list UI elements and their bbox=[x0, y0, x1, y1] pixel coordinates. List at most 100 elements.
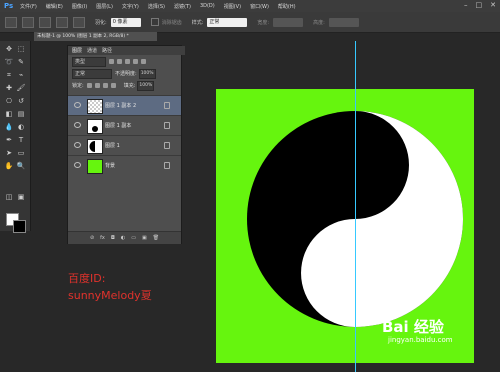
opacity-label: 不透明度: bbox=[115, 71, 137, 77]
width-label: 宽度: bbox=[257, 19, 270, 26]
lock-label: 锁定: bbox=[72, 83, 84, 89]
window-controls: – □ ✕ bbox=[464, 1, 496, 9]
filter-smart-icon[interactable] bbox=[141, 59, 146, 64]
marquee-tool-preset-button[interactable] bbox=[5, 16, 17, 28]
lock-pixels-icon[interactable] bbox=[86, 83, 92, 88]
lock-icon bbox=[164, 102, 170, 109]
eyedropper-tool-icon[interactable]: ⌁ bbox=[16, 71, 26, 80]
intersect-selection-button[interactable] bbox=[73, 16, 85, 28]
layer-row-copy-1[interactable]: 图层 1 副本 bbox=[68, 115, 181, 135]
menu-view[interactable]: 视图(V) bbox=[224, 3, 241, 10]
menu-layer[interactable]: 图层(L) bbox=[96, 3, 113, 10]
visibility-eye-icon[interactable] bbox=[74, 142, 81, 148]
new-layer-icon[interactable]: ▣ bbox=[142, 235, 147, 241]
style-select[interactable]: 正常 bbox=[207, 17, 248, 27]
menu-image[interactable]: 图像(I) bbox=[72, 3, 87, 10]
pen-tool-icon[interactable]: ✒ bbox=[4, 136, 14, 145]
path-select-tool-icon[interactable]: ➤ bbox=[4, 149, 14, 158]
visibility-eye-icon[interactable] bbox=[74, 102, 81, 108]
baidu-jingyan-logo: Bai 经验 bbox=[382, 318, 444, 336]
layer-row-background[interactable]: 背景 bbox=[68, 155, 181, 175]
menu-3d[interactable]: 3D(D) bbox=[200, 3, 215, 9]
minimize-button[interactable]: – bbox=[464, 1, 468, 9]
menu-help[interactable]: 帮助(H) bbox=[278, 3, 296, 10]
adjust-icon[interactable]: ◐ bbox=[121, 235, 125, 241]
lock-paint-icon[interactable] bbox=[94, 83, 100, 88]
filter-adjust-icon[interactable] bbox=[117, 59, 122, 64]
tab-layers[interactable]: 图层 bbox=[72, 47, 82, 54]
visibility-eye-icon[interactable] bbox=[74, 162, 81, 168]
background-color-swatch[interactable] bbox=[13, 220, 26, 233]
width-input[interactable] bbox=[273, 17, 304, 27]
vertical-guide-line bbox=[355, 41, 356, 372]
lock-position-icon[interactable] bbox=[102, 83, 108, 88]
fill-label: 填充: bbox=[123, 83, 136, 89]
mask-icon[interactable]: ◘ bbox=[111, 235, 115, 241]
layer-thumbnail bbox=[87, 119, 103, 134]
folder-icon[interactable]: ▭ bbox=[131, 235, 136, 241]
tab-channels[interactable]: 通道 bbox=[87, 47, 97, 54]
menu-bar: Ps 文件(F) 编辑(E) 图像(I) 图层(L) 文字(Y) 选择(S) 滤… bbox=[0, 0, 500, 12]
filter-pixel-icon[interactable] bbox=[109, 59, 114, 64]
menu-filter[interactable]: 滤镜(T) bbox=[174, 3, 191, 10]
layer-filter-select[interactable]: 类型 bbox=[72, 56, 106, 67]
height-input[interactable] bbox=[328, 17, 359, 27]
shape-tool-icon[interactable]: ▭ bbox=[16, 149, 26, 158]
eraser-tool-icon[interactable]: ◧ bbox=[4, 110, 14, 119]
options-bar: 羽化: 0 像素 消除锯齿 样式: 正常 宽度: 高度: bbox=[0, 12, 500, 33]
menu-type[interactable]: 文字(Y) bbox=[122, 3, 139, 10]
layers-panel-tabs: 图层 通道 路径 bbox=[68, 46, 185, 55]
fx-icon[interactable]: fx bbox=[100, 235, 105, 241]
menu-edit[interactable]: 编辑(E) bbox=[46, 3, 63, 10]
document-tab[interactable]: 未标题-1 @ 100% (图层 1 副本 2, RGB/8) * bbox=[34, 32, 157, 41]
menu-select[interactable]: 选择(S) bbox=[148, 3, 165, 10]
history-brush-tool-icon[interactable]: ↺ bbox=[16, 97, 26, 106]
antialias-label: 消除锯齿 bbox=[161, 19, 182, 26]
visibility-eye-icon[interactable] bbox=[74, 122, 81, 128]
trash-icon[interactable]: 🗑 bbox=[153, 235, 159, 241]
antialias-checkbox[interactable] bbox=[150, 18, 159, 26]
filter-type-icon[interactable] bbox=[125, 59, 130, 64]
subtract-selection-button[interactable] bbox=[56, 16, 68, 28]
menu-file[interactable]: 文件(F) bbox=[20, 3, 37, 10]
quick-select-tool-icon[interactable]: ✎ bbox=[16, 58, 26, 67]
screen-mode-icon[interactable]: ▣ bbox=[16, 193, 26, 202]
layer-row-copy-2[interactable]: 图层 1 副本 2 bbox=[68, 95, 181, 115]
feather-input[interactable]: 0 像素 bbox=[110, 17, 141, 27]
menu-window[interactable]: 窗口(W) bbox=[250, 3, 269, 10]
layer-name: 背景 bbox=[105, 163, 116, 169]
lasso-tool-icon[interactable]: ➰ bbox=[4, 58, 14, 67]
style-label: 样式: bbox=[191, 19, 204, 26]
filter-shape-icon[interactable] bbox=[133, 59, 138, 64]
maximize-button[interactable]: □ bbox=[476, 1, 483, 9]
gradient-tool-icon[interactable]: ▤ bbox=[16, 110, 26, 119]
layer-filter-row: 类型 bbox=[68, 56, 181, 67]
dodge-tool-icon[interactable]: ◐ bbox=[16, 123, 26, 132]
layer-row-1[interactable]: 图层 1 bbox=[68, 135, 181, 155]
hand-tool-icon[interactable]: ✋ bbox=[4, 162, 14, 171]
type-tool-icon[interactable]: T bbox=[16, 136, 26, 145]
quick-mask-icon[interactable]: ◫ bbox=[4, 193, 14, 202]
new-selection-button[interactable] bbox=[22, 16, 34, 28]
add-selection-button[interactable] bbox=[39, 16, 51, 28]
opacity-input[interactable]: 100% bbox=[138, 68, 156, 79]
brush-tool-icon[interactable]: 🖌 bbox=[16, 84, 26, 93]
blur-tool-icon[interactable]: 💧 bbox=[4, 123, 14, 132]
crop-tool-icon[interactable]: ⌗ bbox=[4, 71, 14, 80]
close-button[interactable]: ✕ bbox=[490, 1, 496, 9]
layer-name: 图层 1 bbox=[105, 143, 120, 149]
healing-tool-icon[interactable]: ✚ bbox=[4, 84, 14, 93]
blend-mode-select[interactable]: 正常 bbox=[72, 68, 112, 79]
lock-all-icon[interactable] bbox=[110, 83, 116, 88]
stamp-tool-icon[interactable]: ⎔ bbox=[4, 97, 14, 106]
layer-name: 图层 1 副本 2 bbox=[105, 103, 137, 109]
watermark-username: sunnyMelody夏 bbox=[68, 289, 152, 302]
move-tool-icon[interactable]: ✥ bbox=[4, 45, 14, 54]
marquee-tool-icon[interactable]: ⬚ bbox=[16, 45, 26, 54]
photoshop-logo: Ps bbox=[4, 2, 14, 10]
fill-input[interactable]: 100% bbox=[137, 80, 155, 91]
lock-row: 锁定: 填充: 100% bbox=[68, 80, 181, 91]
tab-paths[interactable]: 路径 bbox=[102, 47, 112, 54]
link-icon[interactable]: ⊘ bbox=[90, 235, 94, 241]
zoom-tool-icon[interactable]: 🔍 bbox=[16, 162, 26, 171]
